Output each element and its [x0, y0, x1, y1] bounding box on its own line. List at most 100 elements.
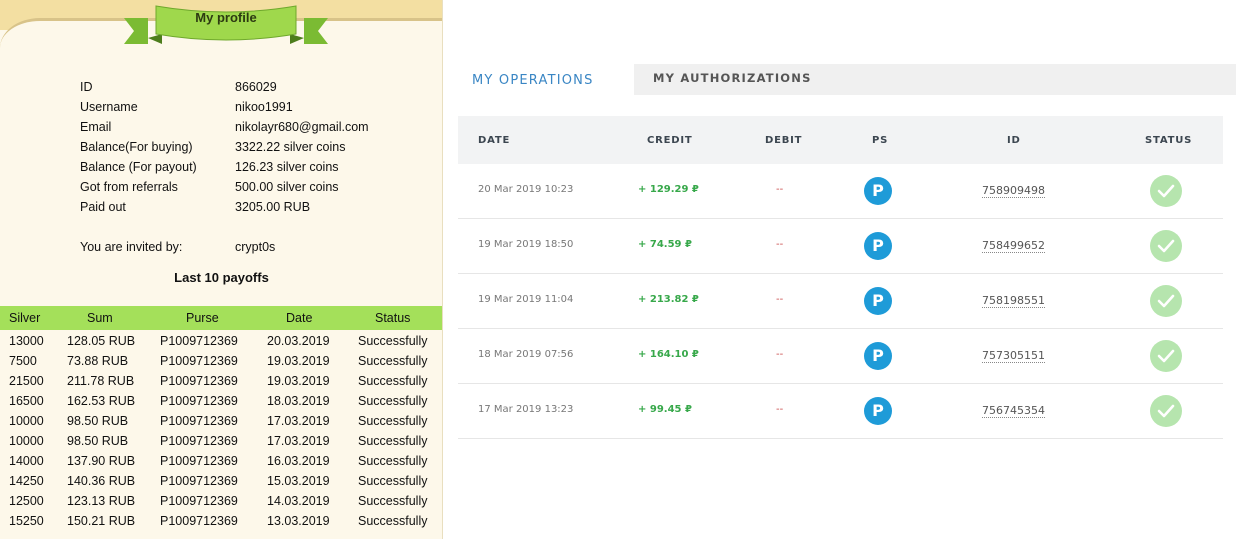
profile-label: Got from referrals: [80, 180, 178, 194]
cell-date: 17.03.2019: [267, 414, 330, 428]
table-row: 18 Mar 2019 07:56 + 164.10 ₽ -- P 757305…: [458, 329, 1223, 384]
operation-date: 20 Mar 2019 10:23: [478, 184, 574, 195]
cell-status: Successfully: [358, 454, 428, 468]
operation-id-link[interactable]: 757305151: [982, 349, 1045, 362]
payment-system-icon: P: [864, 232, 892, 260]
success-check-icon: [1150, 175, 1182, 207]
cell-purse: P1009712369: [160, 354, 238, 368]
success-check-icon: [1150, 340, 1182, 372]
cell-sum: 123.13 RUB: [67, 494, 136, 508]
column-header-purse: Purse: [186, 311, 219, 325]
operation-credit: + 74.59 ₽: [638, 239, 692, 250]
cell-purse: P1009712369: [160, 454, 238, 468]
operation-credit: + 164.10 ₽: [638, 349, 699, 360]
operation-debit: --: [776, 349, 784, 360]
payment-system-icon: P: [864, 177, 892, 205]
cell-silver: 10000: [9, 434, 44, 448]
payoffs-title: Last 10 payoffs: [174, 270, 269, 285]
table-row: 15250 150.21 RUB P1009712369 13.03.2019 …: [0, 512, 442, 532]
cell-sum: 73.88 RUB: [67, 354, 129, 368]
profile-label: Balance(For buying): [80, 140, 193, 154]
column-header-debit: DEBIT: [765, 135, 803, 146]
operations-panel: MY OPERATIONS MY AUTHORIZATIONS DATE CRE…: [444, 0, 1242, 539]
table-row: 10000 98.50 RUB P1009712369 17.03.2019 S…: [0, 412, 442, 432]
cell-sum: 150.21 RUB: [67, 514, 136, 528]
cell-date: 14.03.2019: [267, 494, 330, 508]
table-row: 10000 98.50 RUB P1009712369 17.03.2019 S…: [0, 432, 442, 452]
table-row: 19 Mar 2019 11:04 + 213.82 ₽ -- P 758198…: [458, 274, 1223, 329]
profile-label: Username: [80, 100, 138, 114]
operations-table-header: DATE CREDIT DEBIT PS ID STATUS: [458, 116, 1223, 164]
operation-id-link[interactable]: 758198551: [982, 294, 1045, 307]
cell-purse: P1009712369: [160, 334, 238, 348]
profile-value: nikolayr680@gmail.com: [235, 120, 369, 134]
cell-status: Successfully: [358, 334, 428, 348]
invited-by-value: crypt0s: [235, 240, 276, 254]
profile-value: 500.00 silver coins: [235, 180, 339, 194]
cell-date: 13.03.2019: [267, 514, 330, 528]
cell-silver: 13000: [9, 334, 44, 348]
profile-value: nikoo1991: [235, 100, 293, 114]
operation-debit: --: [776, 239, 784, 250]
operation-credit: + 99.45 ₽: [638, 404, 692, 415]
cell-date: 19.03.2019: [267, 374, 330, 388]
operation-debit: --: [776, 294, 784, 305]
cell-sum: 140.36 RUB: [67, 474, 136, 488]
operation-id-link[interactable]: 758909498: [982, 184, 1045, 197]
column-header-id: ID: [1007, 135, 1021, 146]
cell-silver: 14250: [9, 474, 44, 488]
cell-sum: 128.05 RUB: [67, 334, 136, 348]
cell-status: Successfully: [358, 394, 428, 408]
tab-my-authorizations[interactable]: MY AUTHORIZATIONS: [653, 64, 812, 95]
profile-value: 126.23 silver coins: [235, 160, 339, 174]
payoffs-table-header: Silver Sum Purse Date Status: [0, 306, 442, 330]
cell-status: Successfully: [358, 494, 428, 508]
table-row: 16500 162.53 RUB P1009712369 18.03.2019 …: [0, 392, 442, 412]
cell-date: 15.03.2019: [267, 474, 330, 488]
operation-debit: --: [776, 184, 784, 195]
cell-status: Successfully: [358, 414, 428, 428]
cell-date: 20.03.2019: [267, 334, 330, 348]
invited-by-label: You are invited by:: [80, 240, 183, 254]
profile-value: 866029: [235, 80, 277, 94]
column-header-status: Status: [375, 311, 411, 325]
success-check-icon: [1150, 395, 1182, 427]
operation-credit: + 129.29 ₽: [638, 184, 699, 195]
tab-my-operations[interactable]: MY OPERATIONS: [456, 64, 634, 95]
profile-label: Paid out: [80, 200, 126, 214]
table-row: 14250 140.36 RUB P1009712369 15.03.2019 …: [0, 472, 442, 492]
profile-label: Balance (For payout): [80, 160, 197, 174]
column-header-date: DATE: [478, 135, 511, 146]
cell-status: Successfully: [358, 474, 428, 488]
success-check-icon: [1150, 285, 1182, 317]
operation-debit: --: [776, 404, 784, 415]
column-header-ps: PS: [872, 135, 889, 146]
cell-silver: 14000: [9, 454, 44, 468]
operation-id-link[interactable]: 758499652: [982, 239, 1045, 252]
payment-system-icon: P: [864, 342, 892, 370]
cell-purse: P1009712369: [160, 494, 238, 508]
cell-status: Successfully: [358, 374, 428, 388]
table-row: 19 Mar 2019 18:50 + 74.59 ₽ -- P 7584996…: [458, 219, 1223, 274]
payment-system-icon: P: [864, 397, 892, 425]
column-header-status: STATUS: [1145, 135, 1193, 146]
cell-purse: P1009712369: [160, 514, 238, 528]
cell-purse: P1009712369: [160, 414, 238, 428]
profile-label: Email: [80, 120, 112, 134]
cell-date: 16.03.2019: [267, 454, 330, 468]
column-header-date: Date: [286, 311, 313, 325]
success-check-icon: [1150, 230, 1182, 262]
operation-date: 18 Mar 2019 07:56: [478, 349, 574, 360]
profile-title: My profile: [195, 10, 257, 25]
cell-date: 19.03.2019: [267, 354, 330, 368]
cell-silver: 16500: [9, 394, 44, 408]
cell-status: Successfully: [358, 354, 428, 368]
operation-id-link[interactable]: 756745354: [982, 404, 1045, 417]
cell-silver: 7500: [9, 354, 37, 368]
operation-date: 19 Mar 2019 11:04: [478, 294, 574, 305]
column-header-sum: Sum: [87, 311, 113, 325]
cell-status: Successfully: [358, 514, 428, 528]
operation-date: 17 Mar 2019 13:23: [478, 404, 574, 415]
table-row: 21500 211.78 RUB P1009712369 19.03.2019 …: [0, 372, 442, 392]
cell-silver: 12500: [9, 494, 44, 508]
